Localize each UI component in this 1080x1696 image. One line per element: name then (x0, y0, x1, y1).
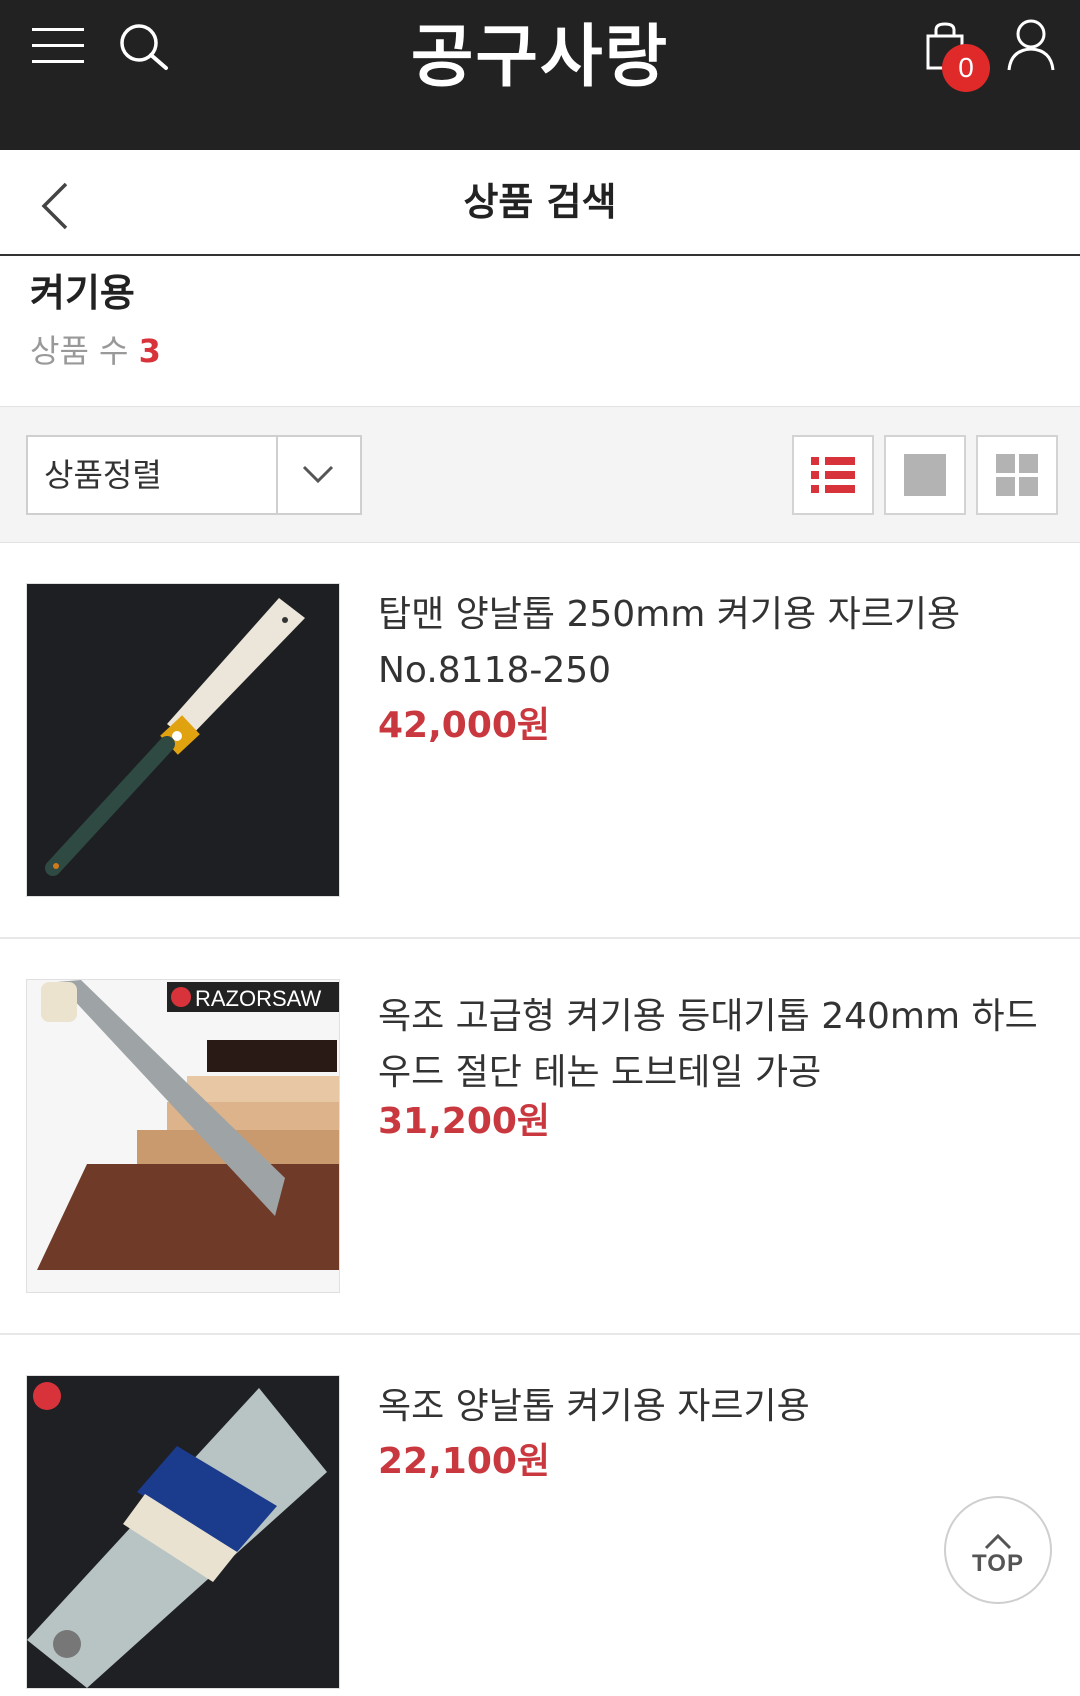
product-thumbnail[interactable] (26, 1375, 340, 1689)
result-count: 상품 수 3 (30, 330, 161, 372)
product-thumbnail[interactable] (26, 583, 340, 897)
product-name[interactable]: 옥조 고급형 켜기용 등대기톱 240mm 하드우드 절단 테논 도브테일 가공 (378, 989, 1058, 1101)
sort-select[interactable]: 상품정렬 (26, 435, 362, 515)
product-name[interactable]: 탑맨 양날톱 250mm 켜기용 자르기용 No.8118-250 (378, 587, 1058, 699)
search-icon[interactable] (118, 22, 172, 72)
four-grid-view-icon[interactable] (976, 435, 1058, 515)
product-price: 31,200원 (378, 1101, 551, 1142)
chevron-down-icon[interactable] (276, 437, 360, 513)
cart-count-badge: 0 (942, 44, 990, 92)
scroll-top-label: TOP (972, 1550, 1024, 1577)
product-price: 22,100원 (378, 1441, 551, 1482)
sort-select-label: 상품정렬 (44, 456, 162, 494)
product-item[interactable]: 탑맨 양날톱 250mm 켜기용 자르기용 No.8118-250 42,000… (0, 543, 1080, 939)
product-price: 42,000원 (378, 705, 551, 746)
result-count-value: 3 (138, 332, 161, 370)
product-thumbnail[interactable]: RAZORSAW (26, 979, 340, 1293)
result-count-label: 상품 수 (30, 332, 129, 370)
list-view-icon[interactable] (792, 435, 874, 515)
search-keyword: 켜기용 (30, 271, 135, 315)
product-name[interactable]: 옥조 양날톱 켜기용 자르기용 (378, 1379, 1058, 1435)
cart-icon[interactable]: 0 (922, 20, 990, 92)
single-grid-view-icon[interactable] (884, 435, 966, 515)
product-item[interactable]: RAZORSAW 옥조 고급형 켜기용 등대기톱 240mm 하드우드 절단 테… (0, 939, 1080, 1335)
site-logo[interactable]: 공구사랑 (380, 18, 700, 98)
menu-icon[interactable] (32, 26, 84, 66)
user-icon[interactable] (1006, 18, 1056, 72)
product-item[interactable]: 옥조 양날톱 켜기용 자르기용 22,100원 (0, 1335, 1080, 1696)
sort-toolbar: 상품정렬 (0, 406, 1080, 543)
thumb-brand-text: RAZORSAW (195, 986, 322, 1011)
page-subheader: 상품 검색 (0, 150, 1080, 256)
top-header: 공구사랑 0 (0, 0, 1080, 150)
scroll-top-button[interactable]: TOP (944, 1496, 1052, 1604)
page-title: 상품 검색 (463, 180, 617, 224)
